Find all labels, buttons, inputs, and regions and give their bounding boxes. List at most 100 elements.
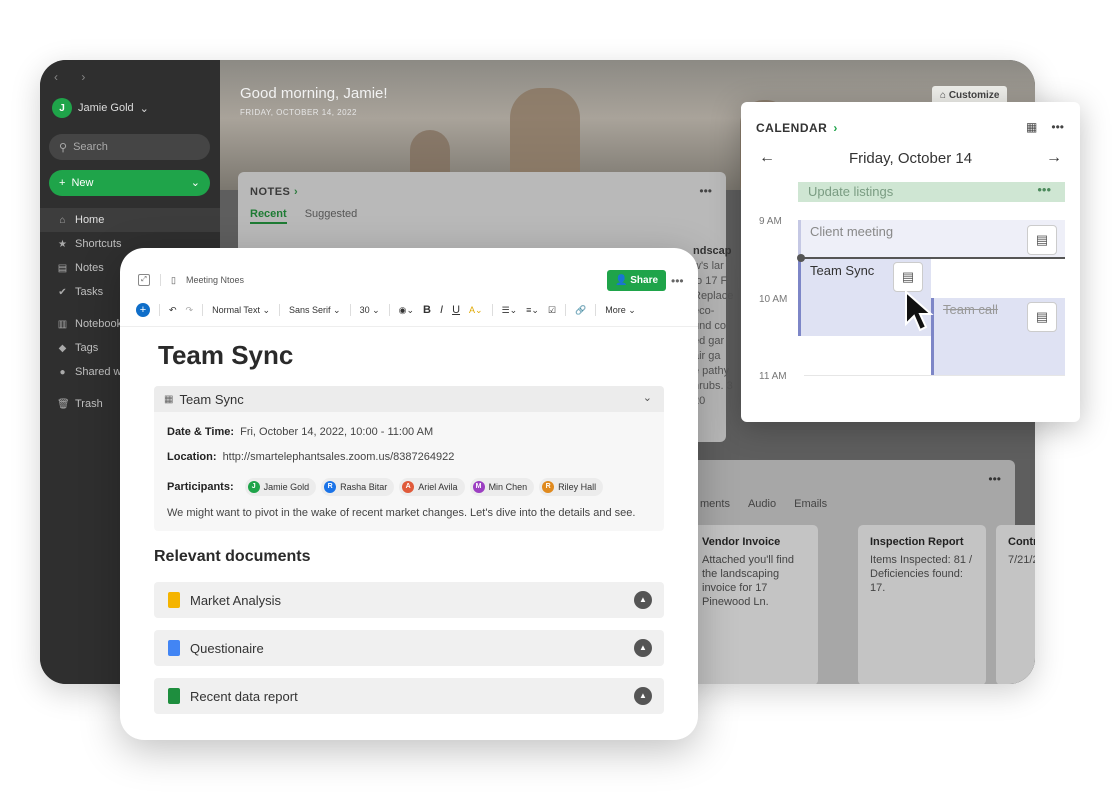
chevron-down-icon[interactable]: ⌄: [643, 391, 652, 404]
document-name: Questionaire: [190, 640, 264, 656]
link-icon[interactable]: 🔗: [575, 305, 586, 316]
calendar-widget: CALENDAR › ▦ ••• ← Friday, October 14 → U…: [741, 102, 1080, 422]
note-snippet-title: ndscap: [693, 245, 732, 257]
insert-plus-icon[interactable]: +: [136, 303, 150, 317]
tab-documents[interactable]: ments: [700, 498, 730, 510]
participant-chip[interactable]: R Riley Hall: [539, 478, 604, 496]
undo-icon[interactable]: ↶: [169, 305, 177, 316]
participant-chip[interactable]: A Ariel Avila: [399, 478, 465, 496]
tab-audio[interactable]: Audio: [748, 498, 776, 510]
bold-icon[interactable]: B: [423, 304, 431, 316]
sidebar-item-home[interactable]: ⌂ Home: [40, 208, 220, 232]
avatar: J: [52, 98, 72, 118]
location-link[interactable]: http://smartelephantsales.zoom.us/838726…: [223, 451, 455, 463]
event-note: We might want to pivot in the wake of re…: [167, 507, 636, 519]
more-icon[interactable]: •••: [671, 274, 684, 288]
customize-label: Customize: [948, 90, 1000, 101]
document-name: Market Analysis: [190, 592, 282, 608]
note-title[interactable]: Team Sync: [158, 340, 293, 371]
note-snippet[interactable]: ndscap w's lar to 17 F Replace eco- und …: [693, 244, 733, 409]
breadcrumb[interactable]: Meeting Ntoes: [186, 275, 244, 285]
datetime-value: Fri, October 14, 2022, 10:00 - 11:00 AM: [240, 426, 434, 438]
tab-emails[interactable]: Emails: [794, 498, 827, 510]
doc-card[interactable]: Contract 7/21/20: [996, 525, 1035, 684]
more-icon[interactable]: •••: [1051, 120, 1064, 134]
document-row[interactable]: Recent data report ▲: [154, 678, 664, 714]
text-color-icon[interactable]: ◉⌄: [399, 305, 414, 316]
divider: [565, 304, 567, 316]
italic-icon[interactable]: I: [440, 304, 443, 316]
font-size-select[interactable]: 30 ⌄: [360, 305, 380, 316]
event-update-listings[interactable]: Update listings •••: [798, 182, 1065, 202]
participant-chip[interactable]: R Rasha Bitar: [321, 478, 395, 496]
editor-header: ⤢ ▯ Meeting Ntoes: [138, 274, 244, 286]
event-title: Client meeting: [810, 224, 894, 239]
note-snippet-line: air ga: [693, 350, 721, 362]
note-snippet-line: 20: [693, 395, 706, 407]
notes-icon: ▤: [57, 262, 68, 274]
participant-chip[interactable]: J Jamie Gold: [244, 478, 317, 496]
document-row[interactable]: Market Analysis ▲: [154, 582, 664, 618]
doc-card[interactable]: Vendor Invoice Attached you'll find the …: [690, 525, 818, 684]
expand-icon[interactable]: ⤢: [138, 274, 150, 286]
note-snippet-line: to 17 F: [693, 275, 728, 287]
event-header[interactable]: ▦ Team Sync ⌄: [154, 386, 664, 412]
redo-icon[interactable]: ↷: [186, 305, 194, 316]
note-snippet-line: ed gar: [693, 335, 725, 347]
doc-body: Attached you'll find the landscaping inv…: [702, 554, 794, 608]
chevron-down-icon: ⌄: [190, 177, 200, 189]
event-title: Team call: [943, 302, 998, 317]
calendar-title[interactable]: CALENDAR ›: [756, 121, 838, 135]
more-icon[interactable]: •••: [1037, 182, 1051, 197]
sheets-file-icon: [168, 688, 180, 704]
calendar-date: Friday, October 14: [848, 149, 973, 167]
toolbar-divider: [120, 326, 698, 327]
new-button[interactable]: + New ⌄: [49, 170, 210, 196]
document-row[interactable]: Questionaire ▲: [154, 630, 664, 666]
chevron-right-icon: ›: [293, 186, 299, 198]
calendar-event-block: ▦ Team Sync ⌄ Date & Time: Fri, October …: [154, 386, 664, 531]
text-style-select[interactable]: Normal Text ⌄: [212, 305, 270, 316]
more-icon[interactable]: •••: [699, 184, 712, 198]
current-time-indicator: [797, 254, 1065, 262]
highlight-icon[interactable]: A⌄: [469, 305, 483, 316]
create-note-icon[interactable]: ▤: [1027, 225, 1057, 255]
underline-icon[interactable]: U: [452, 304, 460, 316]
arrow-left-icon[interactable]: ←: [759, 149, 775, 167]
numbered-list-icon[interactable]: ≡⌄: [526, 305, 539, 316]
share-button[interactable]: 👤 Share: [607, 270, 667, 291]
more-icon[interactable]: •••: [988, 472, 1001, 486]
note-linked-icon[interactable]: ▤: [1027, 302, 1057, 332]
calendar-title-text: CALENDAR: [756, 121, 828, 135]
account-name: Jamie Gold: [78, 102, 134, 114]
files-tabs: ments Audio Emails: [700, 498, 827, 510]
notes-widget-title[interactable]: NOTES ›: [250, 186, 298, 198]
participant-avatar: R: [542, 481, 555, 493]
divider: [159, 304, 160, 316]
font-select[interactable]: Sans Serif ⌄: [289, 305, 341, 316]
share-label: Share: [630, 275, 659, 286]
participant-name: Rasha Bitar: [340, 482, 388, 492]
slides-file-icon: [168, 592, 180, 608]
event-client-meeting[interactable]: Client meeting: [798, 220, 1065, 258]
calendar-icon[interactable]: ▦: [1026, 120, 1037, 134]
checklist-icon[interactable]: ☑: [548, 305, 556, 316]
search-input[interactable]: ⚲ Search: [49, 134, 210, 160]
bullet-list-icon[interactable]: ☰⌄: [502, 305, 518, 316]
chevron-down-icon: ⌄: [139, 102, 149, 115]
note-snippet-line: Replace: [693, 290, 734, 302]
doc-body: Items Inspected: 81 / Deficiencies found…: [870, 554, 973, 594]
tab-recent[interactable]: Recent: [250, 208, 287, 224]
history-arrows[interactable]: ‹ ›: [54, 70, 95, 84]
more-menu[interactable]: More ⌄: [605, 305, 636, 316]
tab-suggested[interactable]: Suggested: [305, 208, 358, 224]
mouse-pointer-icon: [905, 289, 934, 332]
participant-chip[interactable]: M Min Chen: [469, 478, 535, 496]
create-note-icon[interactable]: ▤: [893, 262, 923, 292]
account-switcher[interactable]: J Jamie Gold ⌄: [52, 98, 149, 118]
check-icon: ✔: [58, 286, 67, 298]
event-title: Team Sync: [810, 263, 875, 278]
arrow-right-icon[interactable]: →: [1046, 149, 1062, 167]
sidebar-item-label: Home: [75, 214, 105, 226]
doc-card[interactable]: Inspection Report Items Inspected: 81 / …: [858, 525, 986, 684]
